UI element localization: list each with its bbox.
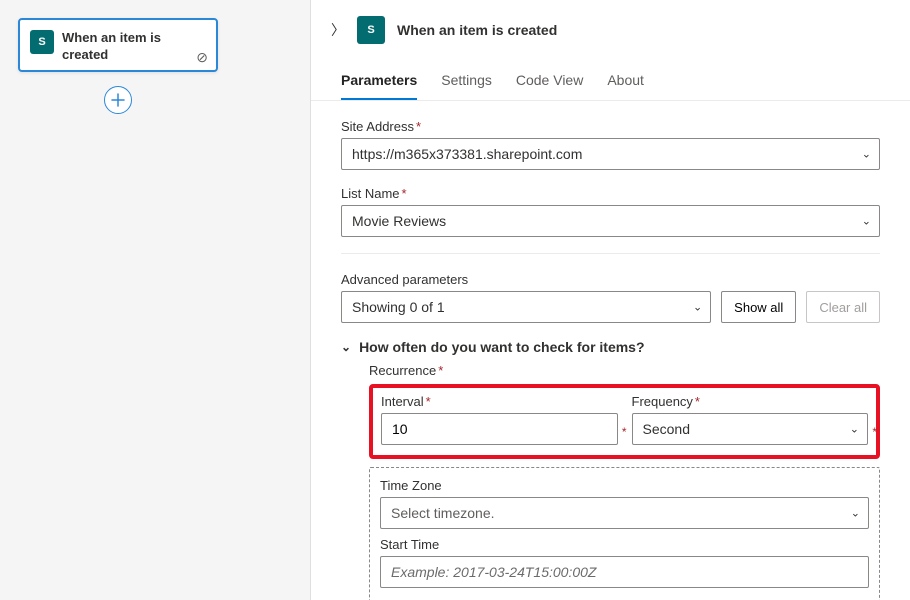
tab-about[interactable]: About [607, 66, 644, 100]
list-name-select[interactable]: Movie Reviews ⌄ [341, 205, 880, 237]
trigger-card-title: When an item is created [62, 30, 206, 64]
site-address-value: https://m365x373381.sharepoint.com [352, 146, 582, 162]
clear-all-button: Clear all [806, 291, 880, 323]
chevron-down-icon: ⌄ [341, 340, 351, 354]
plus-icon [111, 93, 125, 107]
details-panel: 〉 S When an item is created Parameters S… [310, 0, 910, 600]
advanced-params-label: Advanced parameters [341, 272, 880, 287]
trigger-card[interactable]: S When an item is created ⊘ [18, 18, 218, 72]
interval-label: Interval* [381, 394, 618, 409]
panel-title: When an item is created [397, 22, 557, 38]
chevron-down-icon: ⌄ [851, 507, 860, 520]
flow-canvas: S When an item is created ⊘ [0, 0, 310, 600]
frequency-select[interactable]: Second ⌄ [632, 413, 869, 445]
required-marker: * [872, 425, 877, 439]
list-name-label: List Name* [341, 186, 880, 201]
recurrence-section-toggle[interactable]: ⌄ How often do you want to check for ite… [341, 339, 880, 355]
timezone-label: Time Zone [380, 478, 869, 493]
show-all-button[interactable]: Show all [721, 291, 796, 323]
start-time-input[interactable] [380, 556, 869, 588]
frequency-value: Second [643, 421, 690, 437]
frequency-label: Frequency* [632, 394, 869, 409]
tab-parameters[interactable]: Parameters [341, 66, 417, 100]
chevron-down-icon: ⌄ [862, 148, 871, 161]
sharepoint-icon: S [30, 30, 54, 54]
optional-fields-box: Time Zone Select timezone. ⌄ Start Time [369, 467, 880, 600]
sharepoint-icon: S [357, 16, 385, 44]
advanced-params-summary: Showing 0 of 1 [352, 299, 445, 315]
add-step-button[interactable] [104, 86, 132, 114]
interval-input[interactable] [381, 413, 618, 445]
chevron-down-icon: ⌄ [850, 423, 859, 436]
tab-settings[interactable]: Settings [441, 66, 492, 100]
chevron-down-icon: ⌄ [862, 215, 871, 228]
recurrence-highlight: Interval* * Frequency* Second ⌄ * [369, 384, 880, 459]
divider [341, 253, 880, 254]
recurrence-label: Recurrence* [369, 363, 880, 378]
required-marker: * [622, 425, 627, 439]
list-name-value: Movie Reviews [352, 213, 446, 229]
timezone-placeholder: Select timezone. [391, 505, 495, 521]
link-icon: ⊘ [196, 49, 208, 66]
section-title: How often do you want to check for items… [359, 339, 644, 355]
chevron-down-icon: ⌄ [693, 301, 702, 314]
timezone-select[interactable]: Select timezone. ⌄ [380, 497, 869, 529]
start-time-label: Start Time [380, 537, 869, 552]
tab-bar: Parameters Settings Code View About [311, 54, 910, 101]
collapse-panel-button[interactable]: 〉 [331, 20, 345, 40]
site-address-label: Site Address* [341, 119, 880, 134]
advanced-params-select[interactable]: Showing 0 of 1 ⌄ [341, 291, 711, 323]
site-address-select[interactable]: https://m365x373381.sharepoint.com ⌄ [341, 138, 880, 170]
tab-code-view[interactable]: Code View [516, 66, 583, 100]
